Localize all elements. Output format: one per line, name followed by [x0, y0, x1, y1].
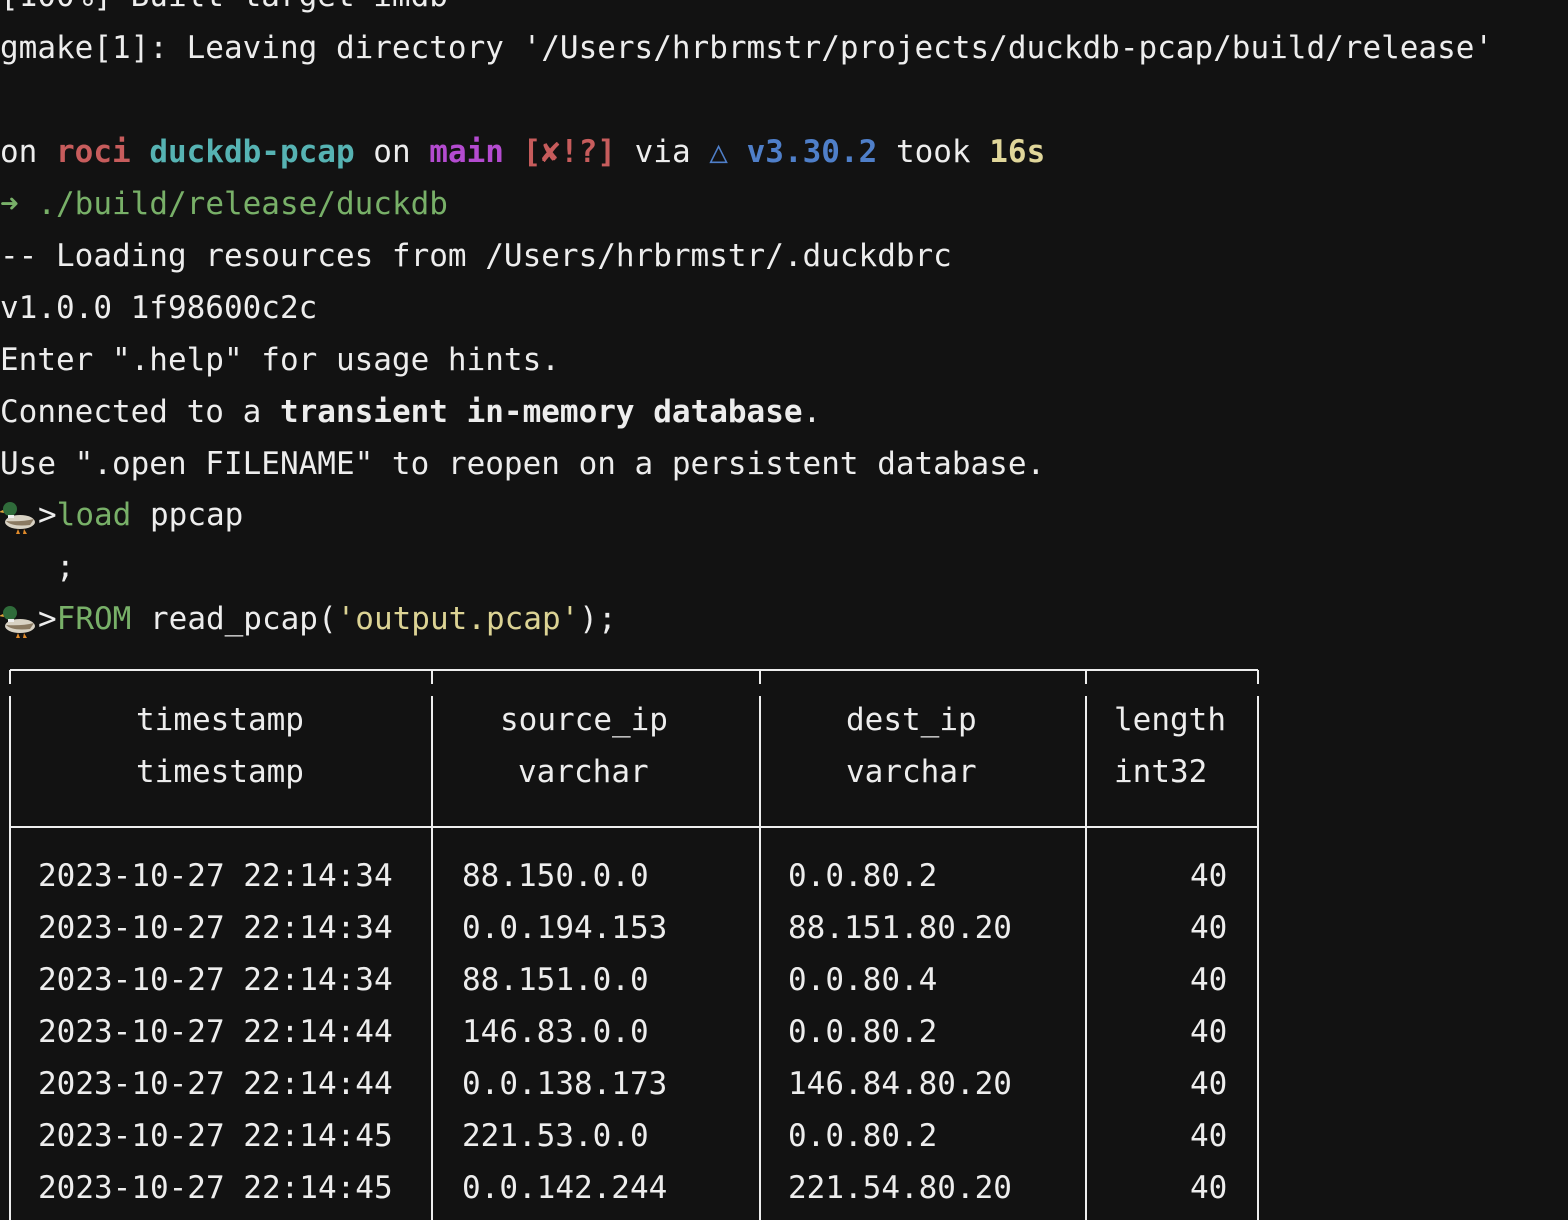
command-text: ./build/release/duckdb [37, 186, 448, 222]
shell-prompt: on roci duckdb-pcap on main [✘!?] via △ … [0, 126, 1045, 178]
column-header-name: timestamp [136, 702, 304, 738]
table-cell-timestamp: 2023-10-27 22:14:34 [38, 910, 393, 946]
table-cell-timestamp: 2023-10-27 22:14:44 [38, 1014, 393, 1050]
table-cell-length: 40 [1190, 1170, 1228, 1206]
prompt-via-text: via [615, 134, 710, 170]
prompt-directory: duckdb-pcap [149, 134, 355, 170]
table-cell-length: 40 [1190, 1118, 1228, 1154]
table-cell-dest-ip: 221.54.80.20 [788, 1170, 1012, 1206]
sql-string-literal: 'output.pcap' [336, 601, 580, 637]
table-cell-source-ip: 0.0.194.153 [462, 910, 668, 946]
prompt-host: roci [56, 134, 131, 170]
connected-end: . [802, 394, 822, 430]
table-cell-timestamp: 2023-10-27 22:14:34 [38, 858, 393, 894]
prompt-arrow-icon: ➜ [0, 186, 19, 222]
duck-icon [0, 502, 35, 534]
table-cell-timestamp: 2023-10-27 22:14:45 [38, 1170, 393, 1206]
column-header-name: source_ip [500, 702, 668, 738]
table-cell-source-ip: 0.0.138.173 [462, 1066, 668, 1102]
connected-db-type: transient in-memory database [279, 394, 803, 430]
open-hint-line: Use ".open FILENAME" to reopen on a pers… [0, 446, 1046, 482]
duckdb-prompt-symbol: > [38, 497, 57, 533]
column-header-name: length [1114, 702, 1226, 738]
duck-icon [0, 606, 35, 638]
table-cell-dest-ip: 0.0.80.4 [788, 962, 938, 998]
duckdb-query-1: >load ppcap [0, 489, 243, 541]
column-header-type: int32 [1114, 754, 1208, 790]
connected-text: Connected to a [0, 394, 280, 430]
continuation-line: ; [0, 549, 75, 585]
command-line: ➜ ./build/release/duckdb [0, 178, 448, 230]
duckdb-prompt-symbol: > [38, 601, 57, 637]
column-header-type: varchar [846, 754, 977, 790]
table-cell-dest-ip: 0.0.80.2 [788, 1118, 938, 1154]
build-output-line: [100%] Built target imdb [0, 0, 448, 22]
table-cell-length: 40 [1190, 1014, 1228, 1050]
loading-resources-line: -- Loading resources from /Users/hrbrmst… [0, 238, 952, 274]
cmake-icon: △ [709, 134, 728, 170]
prompt-cmake-version: v3.30.2 [746, 134, 878, 170]
prompt-duration: 16s [989, 134, 1046, 170]
connected-line: Connected to a transient in-memory datab… [0, 386, 821, 438]
sql-load-arg: ppcap [131, 497, 244, 533]
column-header-type: timestamp [136, 754, 304, 790]
table-cell-timestamp: 2023-10-27 22:14:44 [38, 1066, 393, 1102]
table-cell-dest-ip: 0.0.80.2 [788, 858, 938, 894]
sql-function-call: read_pcap( [131, 601, 337, 637]
gmake-output-line: gmake[1]: Leaving directory '/Users/hrbr… [0, 30, 1494, 66]
table-cell-source-ip: 0.0.142.244 [462, 1170, 668, 1206]
result-table: timestamp timestamp source_ip varchar de… [0, 660, 1268, 1220]
prompt-on-text: on [0, 134, 56, 170]
duckdb-query-2: >FROM read_pcap('output.pcap'); [0, 593, 617, 645]
sql-keyword-from: FROM [56, 601, 132, 637]
prompt-branch: main [429, 134, 504, 170]
table-cell-source-ip: 221.53.0.0 [462, 1118, 649, 1154]
table-cell-source-ip: 88.151.0.0 [462, 962, 649, 998]
prompt-git-status: [✘!?] [522, 134, 616, 170]
table-cell-length: 40 [1190, 858, 1228, 894]
table-cell-source-ip: 88.150.0.0 [462, 858, 649, 894]
table-cell-dest-ip: 0.0.80.2 [788, 1014, 938, 1050]
table-cell-dest-ip: 88.151.80.20 [788, 910, 1012, 946]
sql-keyword-load: load [56, 497, 132, 533]
help-hint-line: Enter ".help" for usage hints. [0, 342, 560, 378]
table-cell-length: 40 [1190, 1066, 1228, 1102]
prompt-took-text: took [877, 134, 990, 170]
version-line: v1.0.0 1f98600c2c [0, 290, 318, 326]
table-cell-length: 40 [1190, 910, 1228, 946]
table-cell-source-ip: 146.83.0.0 [462, 1014, 649, 1050]
column-header-name: dest_ip [846, 702, 977, 738]
column-header-type: varchar [518, 754, 649, 790]
table-cell-timestamp: 2023-10-27 22:14:45 [38, 1118, 393, 1154]
table-cell-dest-ip: 146.84.80.20 [788, 1066, 1012, 1102]
sql-statement-end: ); [579, 601, 617, 637]
prompt-on-text-2: on [354, 134, 430, 170]
table-cell-length: 40 [1190, 962, 1228, 998]
table-cell-timestamp: 2023-10-27 22:14:34 [38, 962, 393, 998]
